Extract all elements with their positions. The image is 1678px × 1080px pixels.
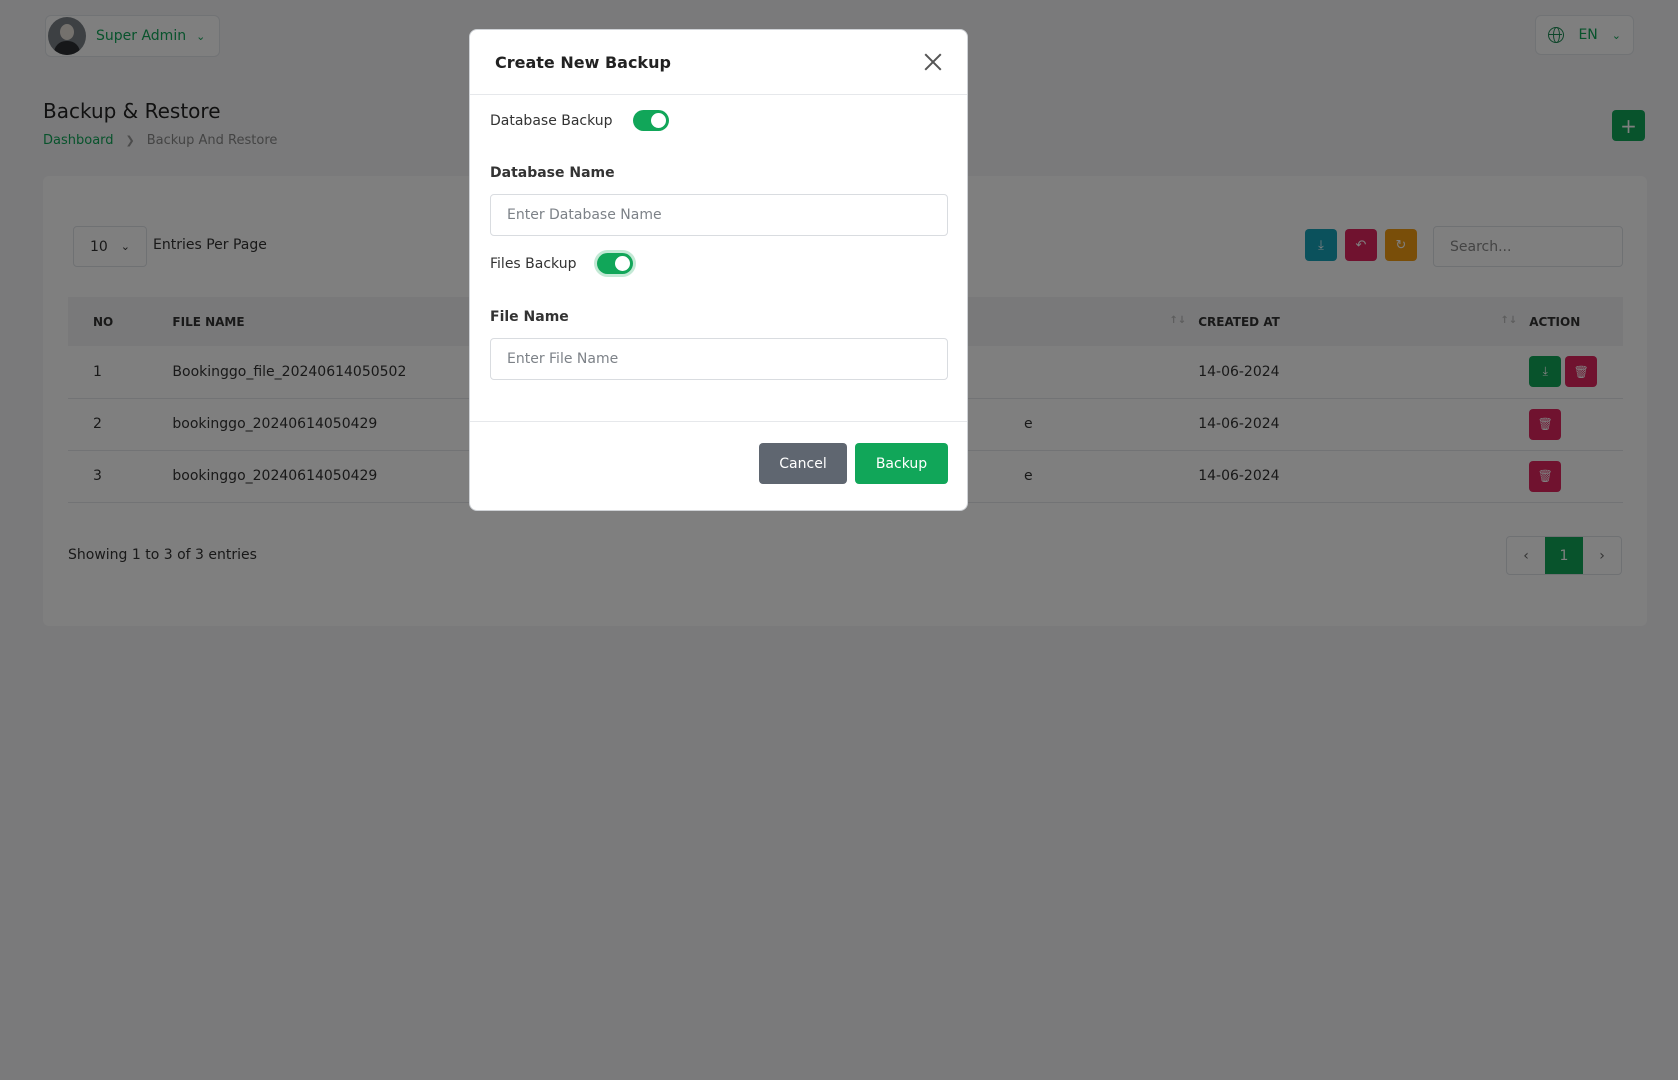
- database-name-label: Database Name: [490, 165, 615, 181]
- modal-header: Create New Backup: [470, 30, 967, 95]
- file-name-input[interactable]: [490, 338, 948, 380]
- database-backup-toggle[interactable]: [632, 110, 669, 131]
- files-backup-label: Files Backup: [490, 255, 577, 272]
- modal-footer-divider: [470, 421, 967, 422]
- backup-button[interactable]: Backup: [855, 443, 948, 484]
- create-backup-modal: Create New Backup Database Backup Databa…: [469, 29, 968, 511]
- files-backup-toggle[interactable]: [596, 253, 633, 274]
- files-backup-row: Files Backup: [490, 253, 633, 274]
- file-name-label: File Name: [490, 309, 569, 325]
- database-backup-row: Database Backup: [490, 110, 669, 131]
- modal-title: Create New Backup: [495, 52, 671, 72]
- cancel-button[interactable]: Cancel: [759, 443, 847, 484]
- close-icon[interactable]: [924, 53, 942, 71]
- database-backup-label: Database Backup: [490, 112, 613, 129]
- database-name-input[interactable]: [490, 194, 948, 236]
